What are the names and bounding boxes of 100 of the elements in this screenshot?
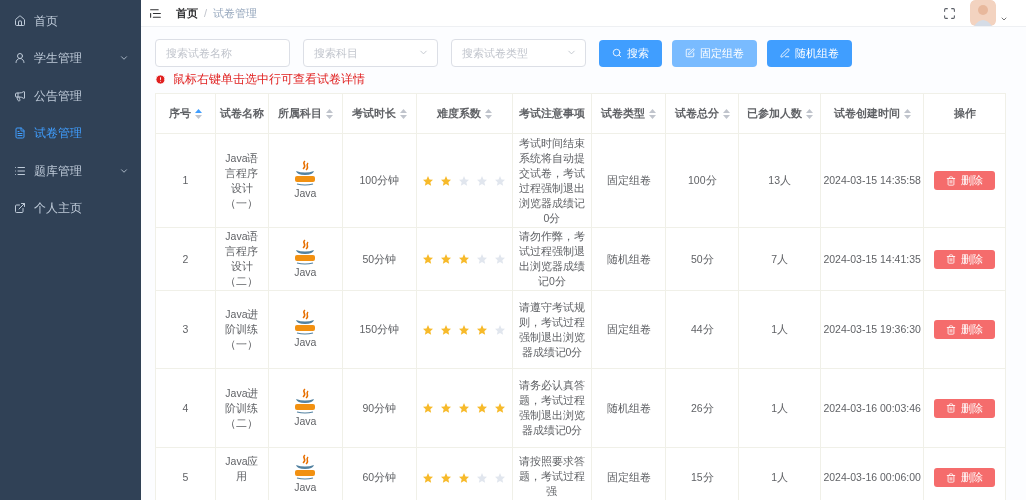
table-cell: 50分钟 [362,251,397,267]
star-icon[interactable] [422,323,435,336]
star-icon[interactable] [494,174,507,187]
star-icon[interactable] [476,323,489,336]
table-cell-text: 请遵守考试规则，考试过程强制退出浏览器成绩记0分 [518,299,586,360]
table-cell: 26分 [690,400,714,416]
star-icon[interactable] [440,471,453,484]
star-icon[interactable] [476,253,489,265]
star-icon[interactable] [458,402,471,414]
sidebar-item[interactable]: 个人主页 [0,189,141,227]
star-icon[interactable] [494,323,507,336]
sort-icon[interactable] [805,108,813,119]
table-cell: Java [294,335,317,350]
table-cell: 固定组卷 [606,173,651,188]
star-icon[interactable] [458,471,471,484]
toolbar-button[interactable]: 搜索 [599,39,662,67]
delete-button[interactable]: 删除 [934,249,996,269]
sort-icon[interactable] [194,108,202,119]
star-icon[interactable] [494,402,507,414]
sort-icon[interactable] [484,108,492,119]
sidebar-item[interactable]: 题库管理 [0,152,141,190]
search-field[interactable]: 搜索试卷名称 [155,39,290,67]
sort-icon[interactable] [649,108,657,119]
sidebar-item[interactable]: 首页 [0,2,141,40]
table-cell-text: 考试时间结束系统将自动提交试卷，考试过程强制退出浏览器成绩记0分 [518,135,586,226]
table-cell-text: Java语言程序设计（二） [224,229,260,289]
table-cell: 100分 [688,173,717,188]
table-cell: 1 [182,173,189,188]
table-cell: 1人 [771,470,789,485]
home-icon [14,14,26,27]
star-icon[interactable] [440,402,453,414]
star-icon[interactable] [458,253,471,265]
table-cell: 1人 [771,322,789,337]
delete-button[interactable]: 删除 [934,320,996,339]
trash-icon [946,403,957,413]
column-header: 难度系数 [436,106,481,122]
table-cell: 4 [182,400,189,416]
table-cell-text: 请按照要求答题，考试过程强 [518,454,586,499]
star-icon[interactable] [494,471,507,484]
star-icon[interactable] [440,323,453,336]
star-rating[interactable] [422,174,507,187]
sidebar-item[interactable]: 公告管理 [0,77,141,115]
edit-icon [685,48,695,58]
table-cell: 2024-03-15 14:41:35 [823,251,921,267]
star-rating[interactable] [422,253,507,265]
sidebar-item[interactable]: 学生管理 [0,39,141,77]
select-field[interactable]: 搜索试卷类型 [451,39,586,67]
menu-icon[interactable] [149,6,162,20]
fullscreen-icon[interactable] [943,6,956,20]
star-rating[interactable] [422,323,507,336]
table-cell: 固定组卷 [606,470,651,485]
breadcrumb-link[interactable]: 首页 [176,4,198,22]
table-cell: 2 [182,251,189,267]
toolbar-button[interactable]: 固定组卷 [672,39,757,67]
star-icon[interactable] [422,174,435,187]
star-icon[interactable] [422,253,435,265]
sort-icon[interactable] [399,108,407,119]
sidebar-item[interactable]: 试卷管理 [0,114,141,152]
table-cell: 15分 [690,470,714,485]
column-header: 已参加人数 [746,106,802,122]
star-icon[interactable] [440,253,453,265]
star-icon[interactable] [458,323,471,336]
document-icon [14,127,26,140]
star-icon[interactable] [494,253,507,265]
table-cell: 44分 [690,322,714,337]
star-icon[interactable] [476,174,489,187]
trash-icon [946,472,957,483]
table-cell: 3 [182,322,189,337]
delete-button[interactable]: 删除 [934,398,996,418]
star-icon[interactable] [440,174,453,187]
delete-button[interactable]: 删除 [934,468,996,487]
table-cell: 60分钟 [362,470,397,485]
star-icon[interactable] [422,471,435,484]
sort-icon[interactable] [325,108,333,119]
table-cell: 固定组卷 [606,322,651,337]
table-cell: 随机组卷 [606,251,651,267]
table-cell: 随机组卷 [606,400,651,416]
table-cell-text: 请务必认真答题，考试过程强制退出浏览器成绩记0分 [518,378,586,438]
column-header: 试卷创建时间 [833,106,900,122]
table-cell-text: Java应用 [224,454,260,484]
caret-icon[interactable] [1000,15,1008,23]
sort-icon[interactable] [722,108,730,119]
table-cell-text: 请勿作弊，考试过程强制退出浏览器成绩记0分 [518,229,586,289]
star-icon[interactable] [458,174,471,187]
column-header: 考试注意事项 [519,106,586,122]
sort-icon[interactable] [903,108,911,119]
star-icon[interactable] [476,402,489,414]
delete-button[interactable]: 删除 [934,171,996,190]
breadcrumb-link[interactable]: 试卷管理 [213,4,258,22]
star-icon[interactable] [422,402,435,414]
table-cell: 2024-03-16 00:03:46 [823,400,921,416]
table-cell: 100分钟 [359,173,399,188]
table-cell: 150分钟 [359,322,399,337]
toolbar-button[interactable]: 随机组卷 [767,39,852,67]
star-rating[interactable] [422,402,507,414]
external-link-icon [14,202,26,215]
star-rating[interactable] [422,471,507,484]
star-icon[interactable] [476,471,489,484]
column-header: 操作 [953,106,976,122]
table-cell-text: Java进阶训练（一） [224,307,260,352]
